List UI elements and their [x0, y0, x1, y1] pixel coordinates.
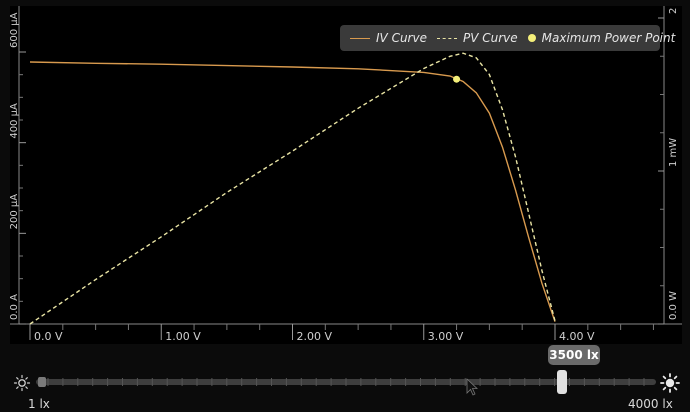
- max-power-point: [453, 75, 461, 83]
- y-left-tick-label: 0.0 A: [10, 294, 20, 320]
- x-tick-label: 0.0 V: [34, 330, 63, 343]
- y-left-tick-label: 400 µA: [10, 103, 20, 139]
- slider-value-label: 3500 lx: [548, 345, 600, 365]
- x-tick-label: 1.00 V: [165, 330, 201, 343]
- slider-max-label: 4000 lx: [628, 397, 673, 411]
- legend-item-iv: IV Curve: [350, 31, 427, 45]
- y-right-tick-label: 1 mW: [668, 138, 679, 167]
- iv-pv-chart: 0.0 V 1.00 V 2.00 V 3.00 V 4.00 V 0.0 A 200 µA…: [10, 6, 682, 343]
- x-tick-label: 2.00 V: [297, 330, 333, 343]
- legend-item-pv: PV Curve: [436, 31, 518, 45]
- y-left-tick-label: 200 µA: [10, 194, 20, 230]
- slider-min-label: 1 lx: [28, 397, 50, 411]
- pv-line-swatch: [436, 37, 457, 39]
- legend-pv-label: PV Curve: [462, 31, 518, 45]
- x-tick-label: 3.00 V: [428, 330, 464, 343]
- y-right-tick-label: 0.0 W: [668, 291, 679, 320]
- illuminance-slider-thumb[interactable]: [557, 370, 568, 394]
- sun-dim-icon: [13, 374, 31, 392]
- chart-area: 0.0 V 1.00 V 2.00 V 3.00 V 4.00 V 0.0 A 200 µA…: [10, 6, 682, 344]
- x-tick-label: 4.00 V: [559, 330, 595, 343]
- mpp-dot-swatch: [527, 34, 536, 42]
- mouse-cursor-icon: [466, 378, 478, 396]
- iv-line-swatch: [350, 37, 370, 39]
- chart-legend: IV Curve PV Curve Maximum Power Point: [340, 25, 675, 51]
- legend-iv-label: IV Curve: [376, 31, 427, 45]
- sun-bright-icon: [660, 373, 680, 393]
- y-left-tick-label: 600 µA: [10, 12, 20, 48]
- legend-mpp-label: Maximum Power Point: [541, 31, 676, 45]
- legend-item-mpp: Maximum Power Point: [527, 31, 676, 45]
- y-right-tick-label: 2 mW: [668, 6, 679, 14]
- iv-curve-line: [29, 61, 556, 322]
- slider-start-marker: [38, 377, 46, 387]
